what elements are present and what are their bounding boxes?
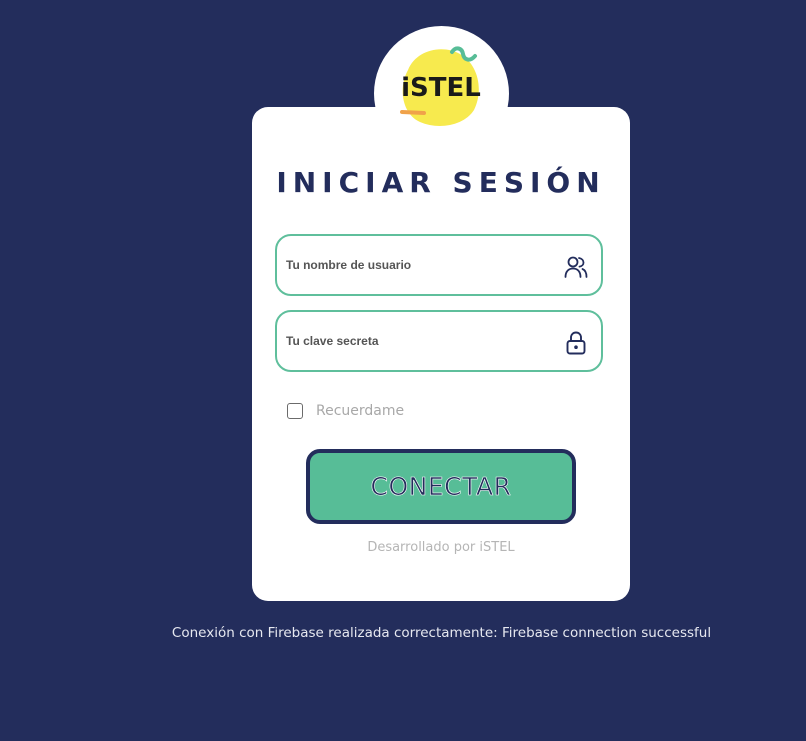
remember-checkbox[interactable]	[287, 403, 303, 419]
developer-credit: Desarrollado por iSTEL	[367, 540, 515, 555]
istel-logo: iSTEL	[400, 46, 481, 126]
lock-icon	[566, 331, 586, 355]
page-title: INICIAR SESIÓN	[276, 166, 606, 199]
password-field[interactable]	[275, 310, 603, 372]
remember-label: Recuerdame	[316, 403, 405, 419]
connect-button-label: CONECTAR	[370, 472, 512, 502]
remember-me[interactable]: Recuerdame	[287, 401, 404, 421]
logo-badge: iSTEL	[374, 26, 509, 161]
password-input[interactable]	[286, 312, 556, 370]
status-message: Conexión con Firebase realizada correcta…	[171, 625, 712, 641]
username-field[interactable]	[275, 234, 603, 296]
connect-button[interactable]: CONECTAR	[306, 449, 576, 524]
logo-text: iSTEL	[401, 73, 481, 103]
users-icon	[564, 256, 588, 278]
username-input[interactable]	[286, 236, 556, 294]
